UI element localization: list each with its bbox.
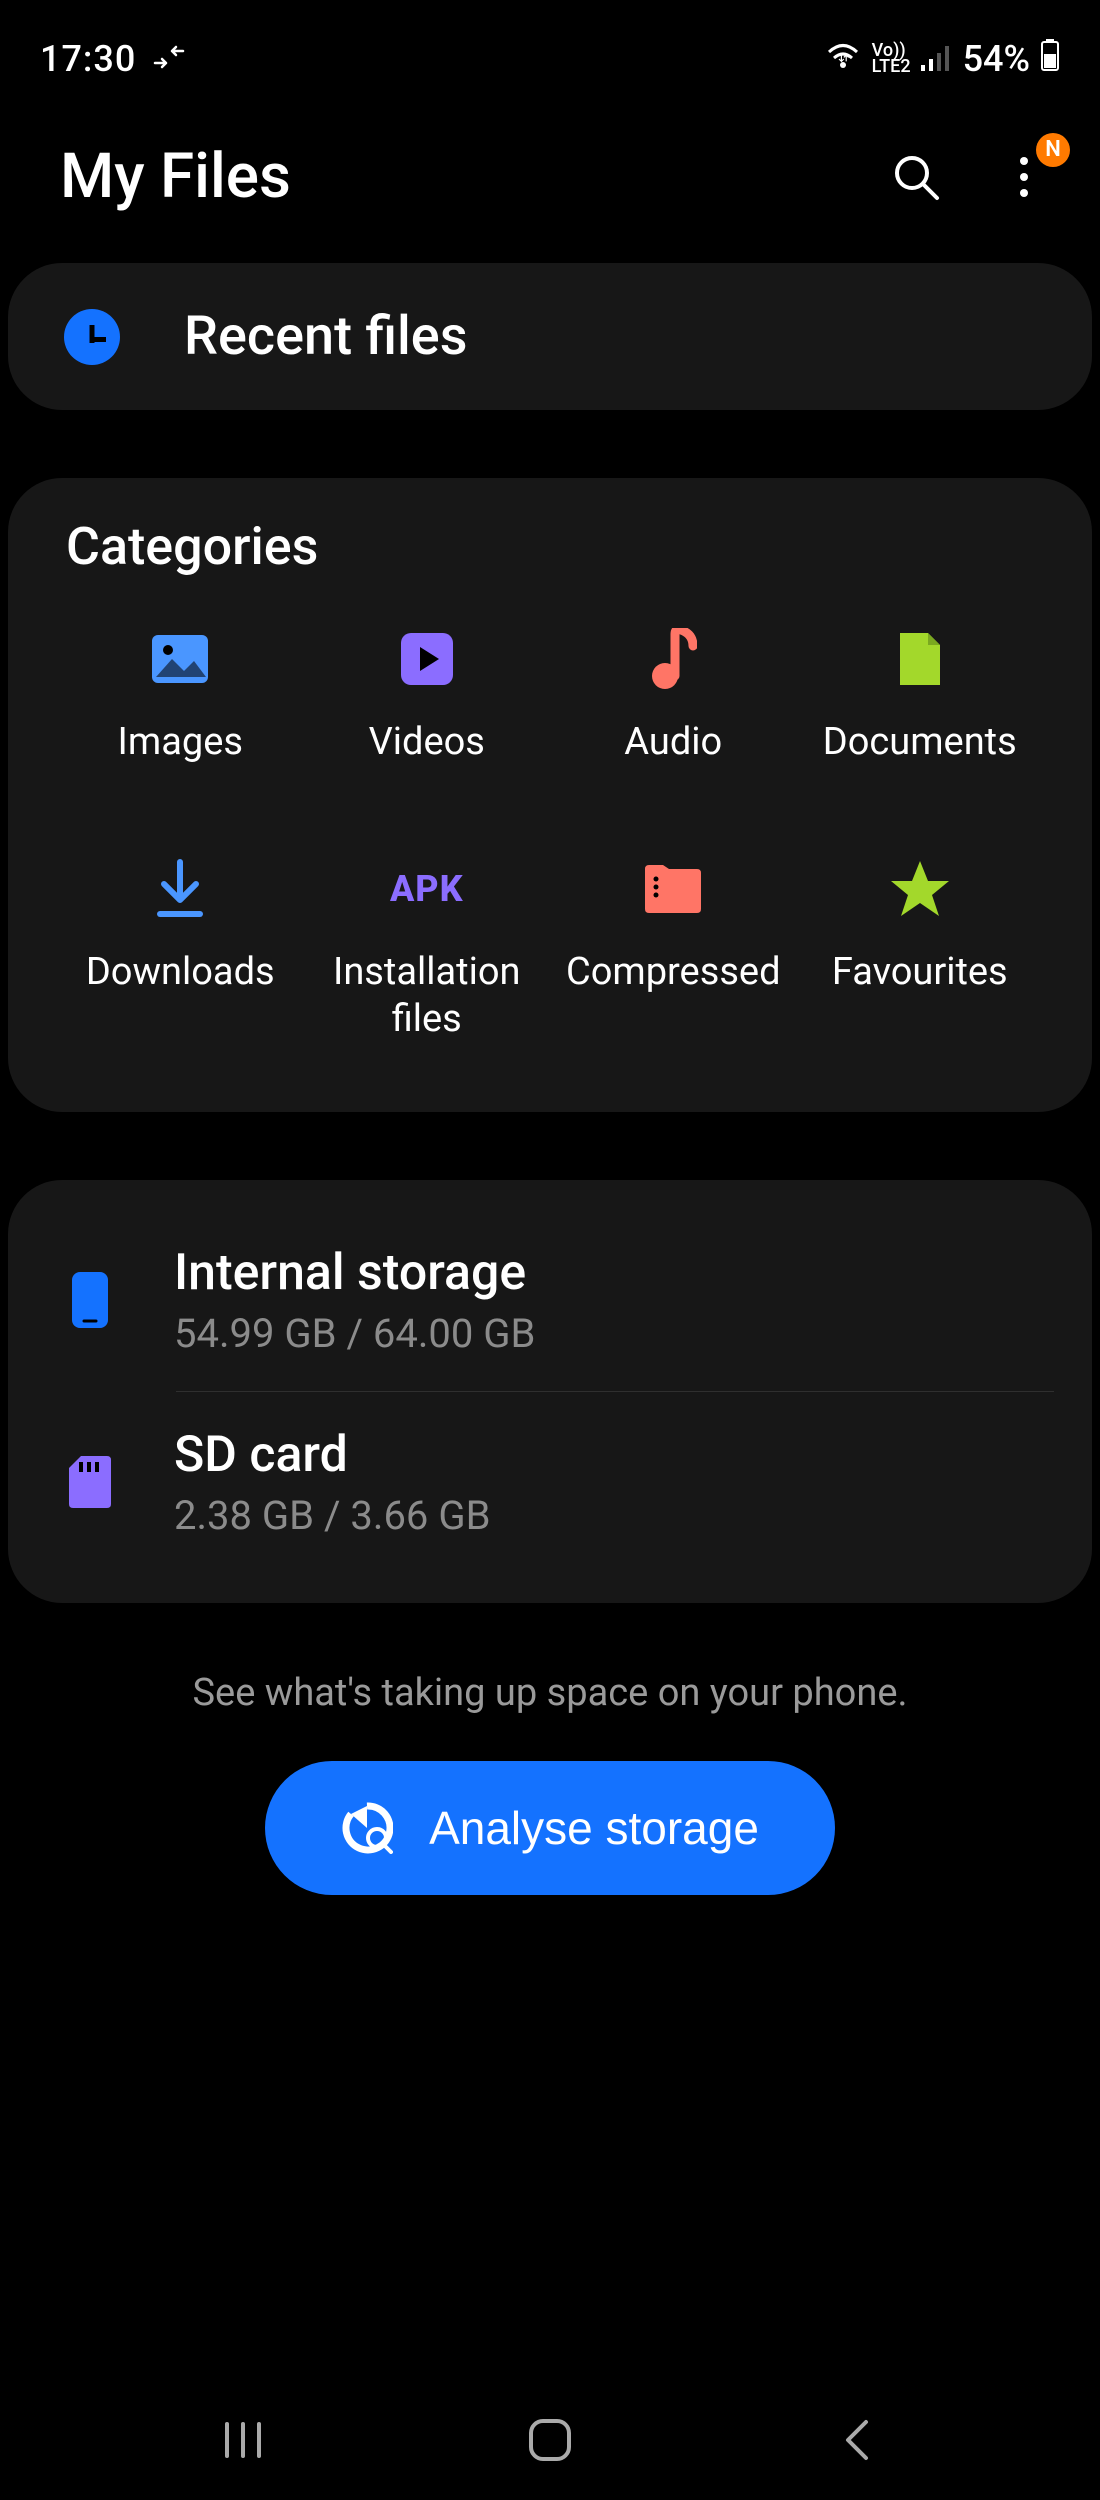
category-label: Audio (624, 719, 722, 767)
category-favourites[interactable]: Favourites (800, 857, 1041, 1044)
storage-sdcard[interactable]: SD card 2.38 GB / 3.66 GB (46, 1392, 1054, 1573)
notification-badge: N (1036, 133, 1070, 167)
app-bar: My Files N (0, 100, 1100, 263)
wifi-icon (824, 38, 862, 80)
analyse-hint: See what's taking up space on your phone… (0, 1671, 1100, 1715)
clock-icon (64, 309, 120, 365)
category-label: Downloads (86, 949, 275, 997)
audio-icon (641, 627, 705, 691)
storage-name: Internal storage (174, 1244, 535, 1302)
category-images[interactable]: Images (60, 627, 301, 767)
storage-internal[interactable]: Internal storage 54.99 GB / 64.00 GB (46, 1210, 1054, 1391)
images-icon (148, 627, 212, 691)
apk-icon: APK (395, 857, 459, 921)
category-label: Documents (823, 719, 1017, 767)
more-vertical-icon (1018, 155, 1030, 199)
category-audio[interactable]: Audio (553, 627, 794, 767)
storage-card: Internal storage 54.99 GB / 64.00 GB SD … (8, 1180, 1092, 1603)
categories-title: Categories (60, 516, 1040, 577)
nav-back-button[interactable] (827, 2410, 887, 2470)
category-label: Videos (369, 719, 485, 767)
category-label: Installation files (307, 949, 548, 1044)
category-installation-files[interactable]: APK Installation files (307, 857, 548, 1044)
nav-home-button[interactable] (520, 2410, 580, 2470)
downloads-icon (148, 857, 212, 921)
category-label: Favourites (832, 949, 1008, 997)
back-icon (842, 2418, 872, 2462)
search-button[interactable] (890, 151, 942, 203)
nav-recents-button[interactable] (213, 2410, 273, 2470)
storage-usage: 2.38 GB / 3.66 GB (174, 1492, 491, 1539)
battery-text: 54% (963, 38, 1030, 80)
network-label: Vo))LTE2 (872, 43, 911, 75)
phone-storage-icon (60, 1270, 120, 1330)
category-documents[interactable]: Documents (800, 627, 1041, 767)
category-compressed[interactable]: Compressed (553, 857, 794, 1044)
page-title: My Files (60, 140, 291, 213)
star-icon (888, 857, 952, 921)
search-icon (891, 152, 941, 202)
documents-icon (888, 627, 952, 691)
data-transfer-icon (152, 38, 186, 80)
home-icon (527, 2417, 573, 2463)
compressed-icon (641, 857, 705, 921)
battery-icon (1040, 38, 1060, 81)
category-downloads[interactable]: Downloads (60, 857, 301, 1044)
category-label: Images (118, 719, 243, 767)
analyse-button-label: Analyse storage (429, 1801, 759, 1855)
category-videos[interactable]: Videos (307, 627, 548, 767)
videos-icon (395, 627, 459, 691)
recent-files-label: Recent files (184, 305, 468, 368)
pie-search-icon (341, 1802, 393, 1854)
system-nav-bar (0, 2380, 1100, 2500)
category-label: Compressed (566, 949, 781, 997)
signal-icon (921, 38, 953, 80)
analyse-storage-button[interactable]: Analyse storage (265, 1761, 835, 1895)
recents-icon (221, 2420, 265, 2460)
storage-usage: 54.99 GB / 64.00 GB (174, 1310, 535, 1357)
sdcard-icon (60, 1452, 120, 1512)
categories-card: Categories Images Videos Audio Documents (8, 478, 1092, 1112)
more-options-button[interactable]: N (998, 151, 1050, 203)
recent-files-card[interactable]: Recent files (8, 263, 1092, 410)
storage-name: SD card (174, 1426, 491, 1484)
status-time: 17:30 (40, 38, 136, 80)
status-bar: 17:30 Vo))LTE2 54% (0, 0, 1100, 100)
